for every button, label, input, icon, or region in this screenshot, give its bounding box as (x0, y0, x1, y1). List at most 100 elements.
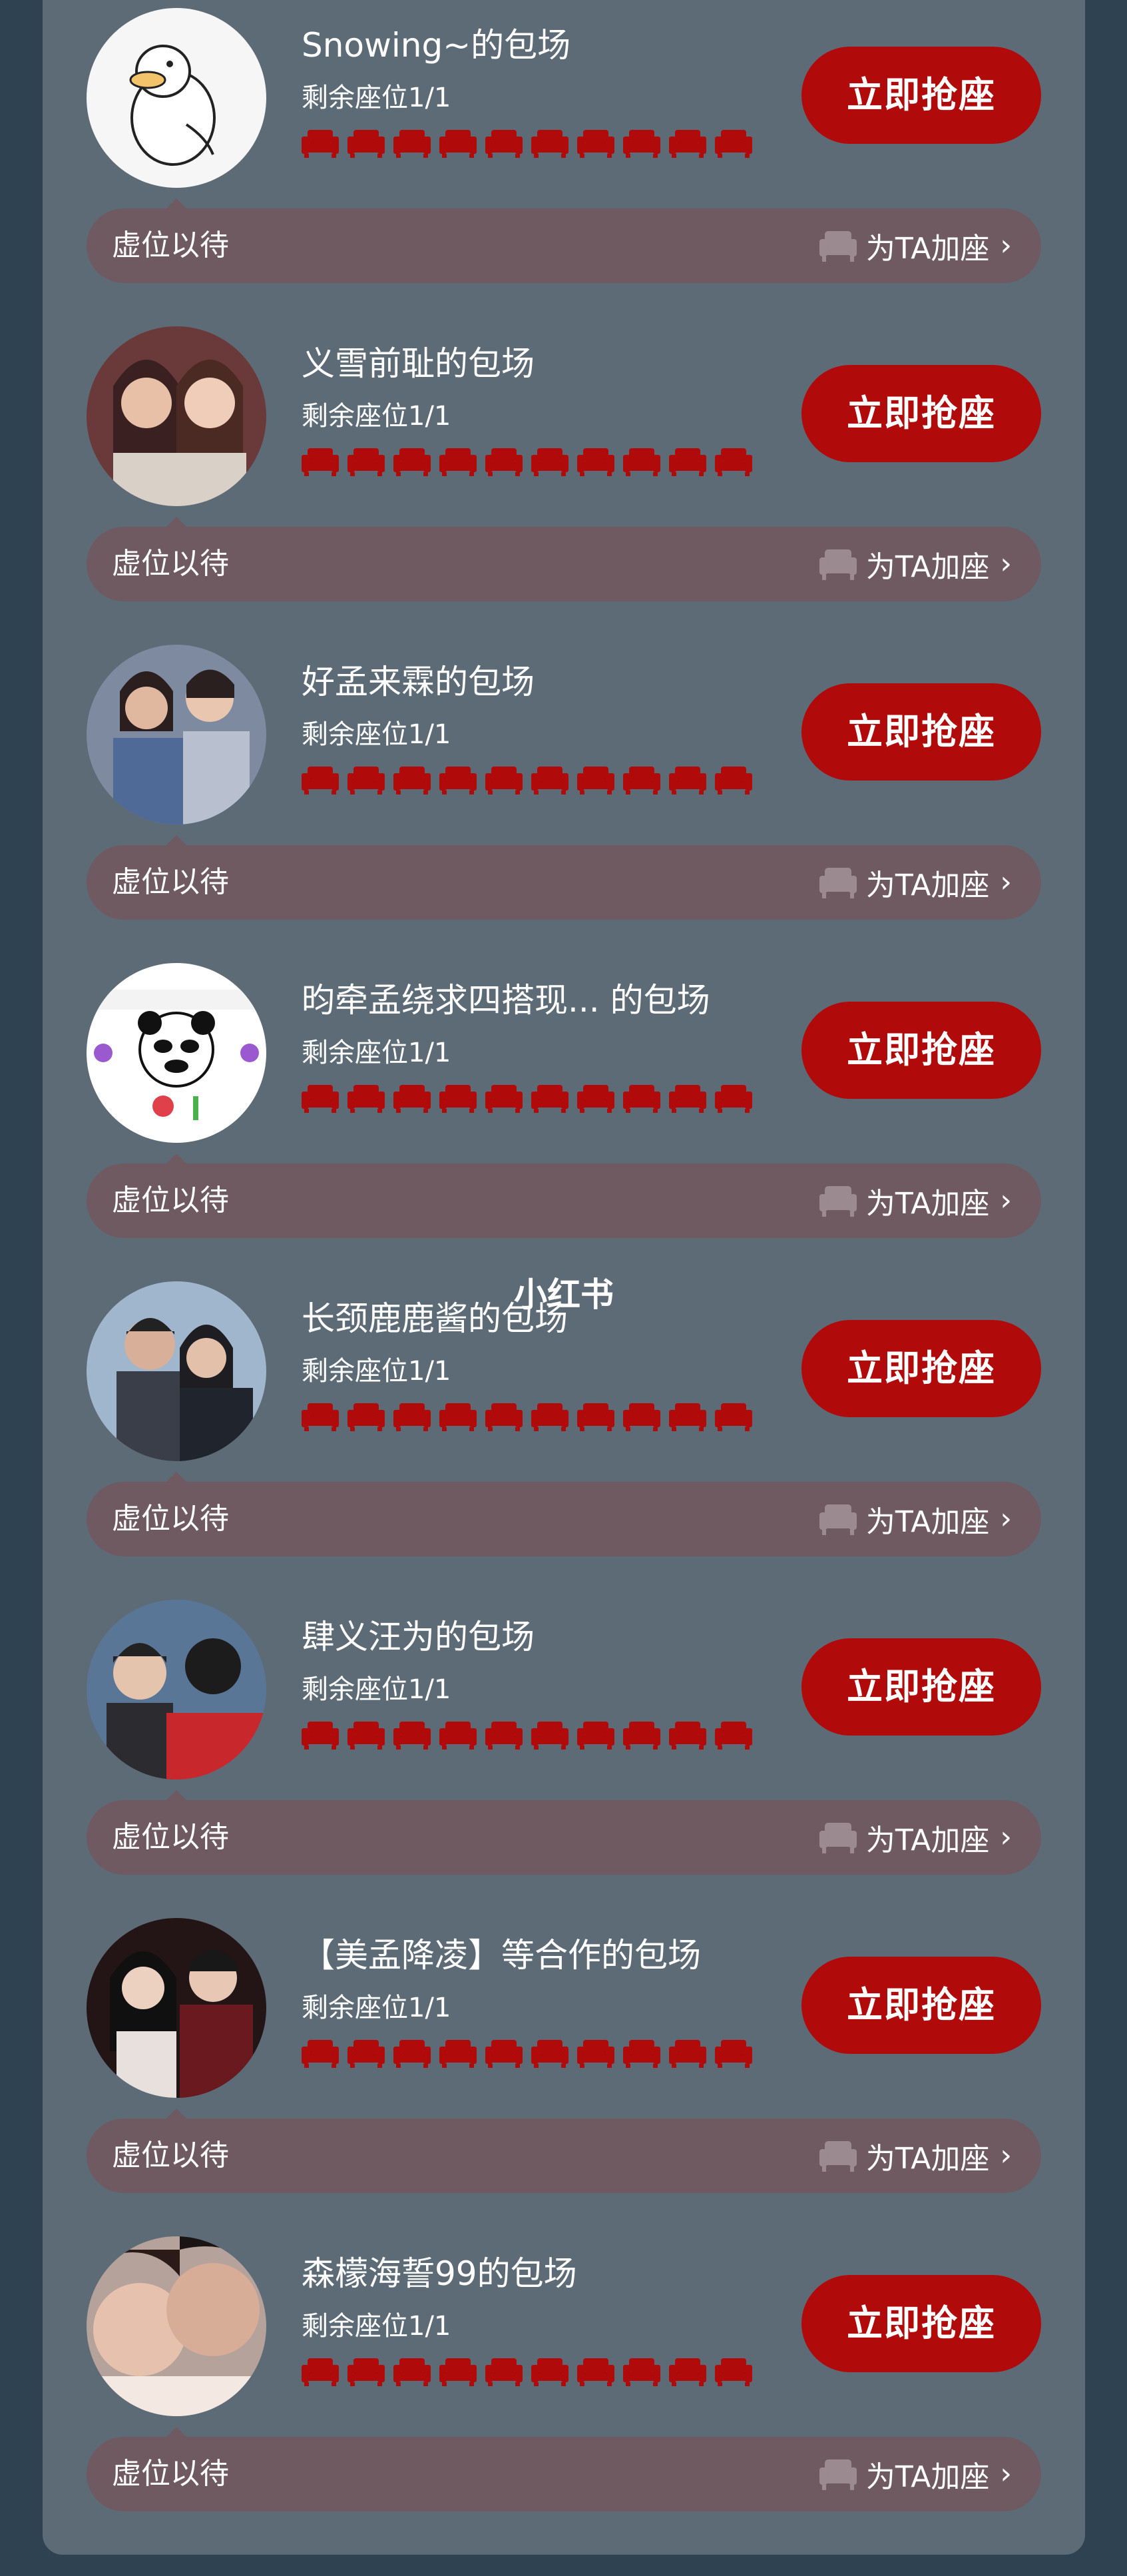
bubble-pointer (166, 517, 187, 527)
avatar-6[interactable] (87, 1600, 266, 1779)
seat-icon (439, 2039, 477, 2068)
add-seat-link[interactable]: 为TA加座 › (818, 845, 1012, 920)
seat-icon (715, 765, 752, 795)
seat-icon (669, 1402, 706, 1431)
add-seat-label: 为TA加座 (865, 550, 990, 584)
seat-row (302, 1720, 752, 1750)
seat-icon (715, 2039, 752, 2068)
seat-icon (439, 2357, 477, 2386)
seat-icon (577, 1720, 614, 1750)
room-card: 【美孟降凌】等合作的包场 剩余座位1/1 立即抢座 虚位以待 为TA加座 › (43, 1910, 1085, 2228)
seat-icon (393, 765, 431, 795)
waiting-bar[interactable]: 虚位以待 为TA加座 › (87, 845, 1041, 920)
add-seat-link[interactable]: 为TA加座 › (818, 1163, 1012, 1238)
seat-row (302, 1084, 752, 1113)
seat-icon (669, 1084, 706, 1113)
room-card: 昀牵孟绕求四搭现... 的包场 剩余座位1/1 立即抢座 虚位以待 为TA加座 … (43, 955, 1085, 1273)
chevron-right-icon: › (1000, 865, 1012, 899)
add-seat-label: 为TA加座 (865, 1187, 990, 1221)
add-seat-link[interactable]: 为TA加座 › (818, 527, 1012, 601)
grab-seat-button[interactable]: 立即抢座 (801, 1320, 1041, 1417)
remaining-seats-text: 剩余座位1/1 (302, 401, 451, 432)
waiting-label: 虚位以待 (112, 2138, 229, 2172)
remaining-seats-text: 剩余座位1/1 (302, 1993, 451, 2023)
seat-icon (485, 765, 523, 795)
remaining-seats-text: 剩余座位1/1 (302, 719, 451, 750)
seat-icon (531, 2039, 568, 2068)
seat-icon (715, 1084, 752, 1113)
waiting-label: 虚位以待 (112, 547, 229, 581)
chevron-right-icon: › (1000, 2457, 1012, 2491)
waiting-bar[interactable]: 虚位以待 为TA加座 › (87, 527, 1041, 601)
remaining-seats-text: 剩余座位1/1 (302, 1038, 451, 1068)
seat-icon (669, 765, 706, 795)
chevron-right-icon: › (1000, 547, 1012, 581)
waiting-bar[interactable]: 虚位以待 为TA加座 › (87, 2118, 1041, 2193)
seat-icon (715, 447, 752, 476)
grab-seat-button[interactable]: 立即抢座 (801, 1002, 1041, 1099)
add-seat-link[interactable]: 为TA加座 › (818, 2118, 1012, 2193)
bubble-pointer (166, 1153, 187, 1164)
avatar-4[interactable] (87, 963, 266, 1143)
seat-icon (577, 765, 614, 795)
avatar-3[interactable] (87, 645, 266, 824)
add-seat-link[interactable]: 为TA加座 › (818, 2437, 1012, 2511)
chevron-right-icon: › (1000, 1820, 1012, 1854)
seat-row (302, 2357, 752, 2386)
seat-icon (577, 2357, 614, 2386)
bubble-pointer (166, 2108, 187, 2119)
grab-seat-button[interactable]: 立即抢座 (801, 2275, 1041, 2372)
seat-icon (439, 129, 477, 158)
seat-icon (531, 1402, 568, 1431)
grab-seat-button[interactable]: 立即抢座 (801, 683, 1041, 781)
seat-icon (347, 2357, 385, 2386)
room-card: 义雪前耻的包场 剩余座位1/1 立即抢座 虚位以待 为TA加座 › (43, 318, 1085, 637)
waiting-bar[interactable]: 虚位以待 为TA加座 › (87, 1800, 1041, 1875)
grab-seat-button[interactable]: 立即抢座 (801, 1638, 1041, 1736)
add-seat-link[interactable]: 为TA加座 › (818, 1800, 1012, 1875)
room-name: 森檬海誓99的包场 (302, 2254, 577, 2293)
seat-icon (623, 765, 660, 795)
room-name: 昀牵孟绕求四搭现... 的包场 (302, 981, 710, 1020)
grab-seat-button[interactable]: 立即抢座 (801, 47, 1041, 144)
seat-icon (531, 447, 568, 476)
add-seat-link[interactable]: 为TA加座 › (818, 1482, 1012, 1556)
seat-icon (485, 447, 523, 476)
waiting-label: 虚位以待 (112, 1502, 229, 1536)
room-card: 森檬海誓99的包场 剩余座位1/1 立即抢座 虚位以待 为TA加座 › (43, 2228, 1085, 2547)
seat-icon (577, 129, 614, 158)
seat-row (302, 2039, 752, 2068)
avatar-1[interactable] (87, 8, 266, 188)
avatar-2[interactable] (87, 326, 266, 506)
sofa-icon (819, 1823, 857, 1853)
grab-seat-button[interactable]: 立即抢座 (801, 365, 1041, 462)
avatar-5[interactable] (87, 1281, 266, 1461)
seat-icon (439, 1084, 477, 1113)
seat-icon (347, 129, 385, 158)
avatar-8[interactable] (87, 2236, 266, 2416)
seat-icon (393, 2039, 431, 2068)
seat-icon (347, 765, 385, 795)
waiting-bar[interactable]: 虚位以待 为TA加座 › (87, 1482, 1041, 1556)
seat-icon (439, 765, 477, 795)
waiting-bar[interactable]: 虚位以待 为TA加座 › (87, 208, 1041, 283)
add-seat-label: 为TA加座 (865, 2142, 990, 2176)
watermark-text: 小红书 (514, 1275, 614, 1314)
waiting-bar[interactable]: 虚位以待 为TA加座 › (87, 2437, 1041, 2511)
seat-icon (302, 1402, 339, 1431)
seat-icon (302, 447, 339, 476)
seat-icon (393, 1402, 431, 1431)
grab-seat-button[interactable]: 立即抢座 (801, 1957, 1041, 2054)
waiting-label: 虚位以待 (112, 228, 229, 262)
chevron-right-icon: › (1000, 2138, 1012, 2172)
seat-icon (577, 1084, 614, 1113)
room-name: 肆义汪为的包场 (302, 1618, 535, 1656)
room-name: 义雪前耻的包场 (302, 344, 535, 383)
seat-icon (531, 2357, 568, 2386)
seat-icon (302, 1084, 339, 1113)
seat-icon (577, 1402, 614, 1431)
avatar-7[interactable] (87, 1918, 266, 2098)
waiting-bar[interactable]: 虚位以待 为TA加座 › (87, 1163, 1041, 1238)
add-seat-link[interactable]: 为TA加座 › (818, 208, 1012, 283)
seat-icon (302, 1720, 339, 1750)
